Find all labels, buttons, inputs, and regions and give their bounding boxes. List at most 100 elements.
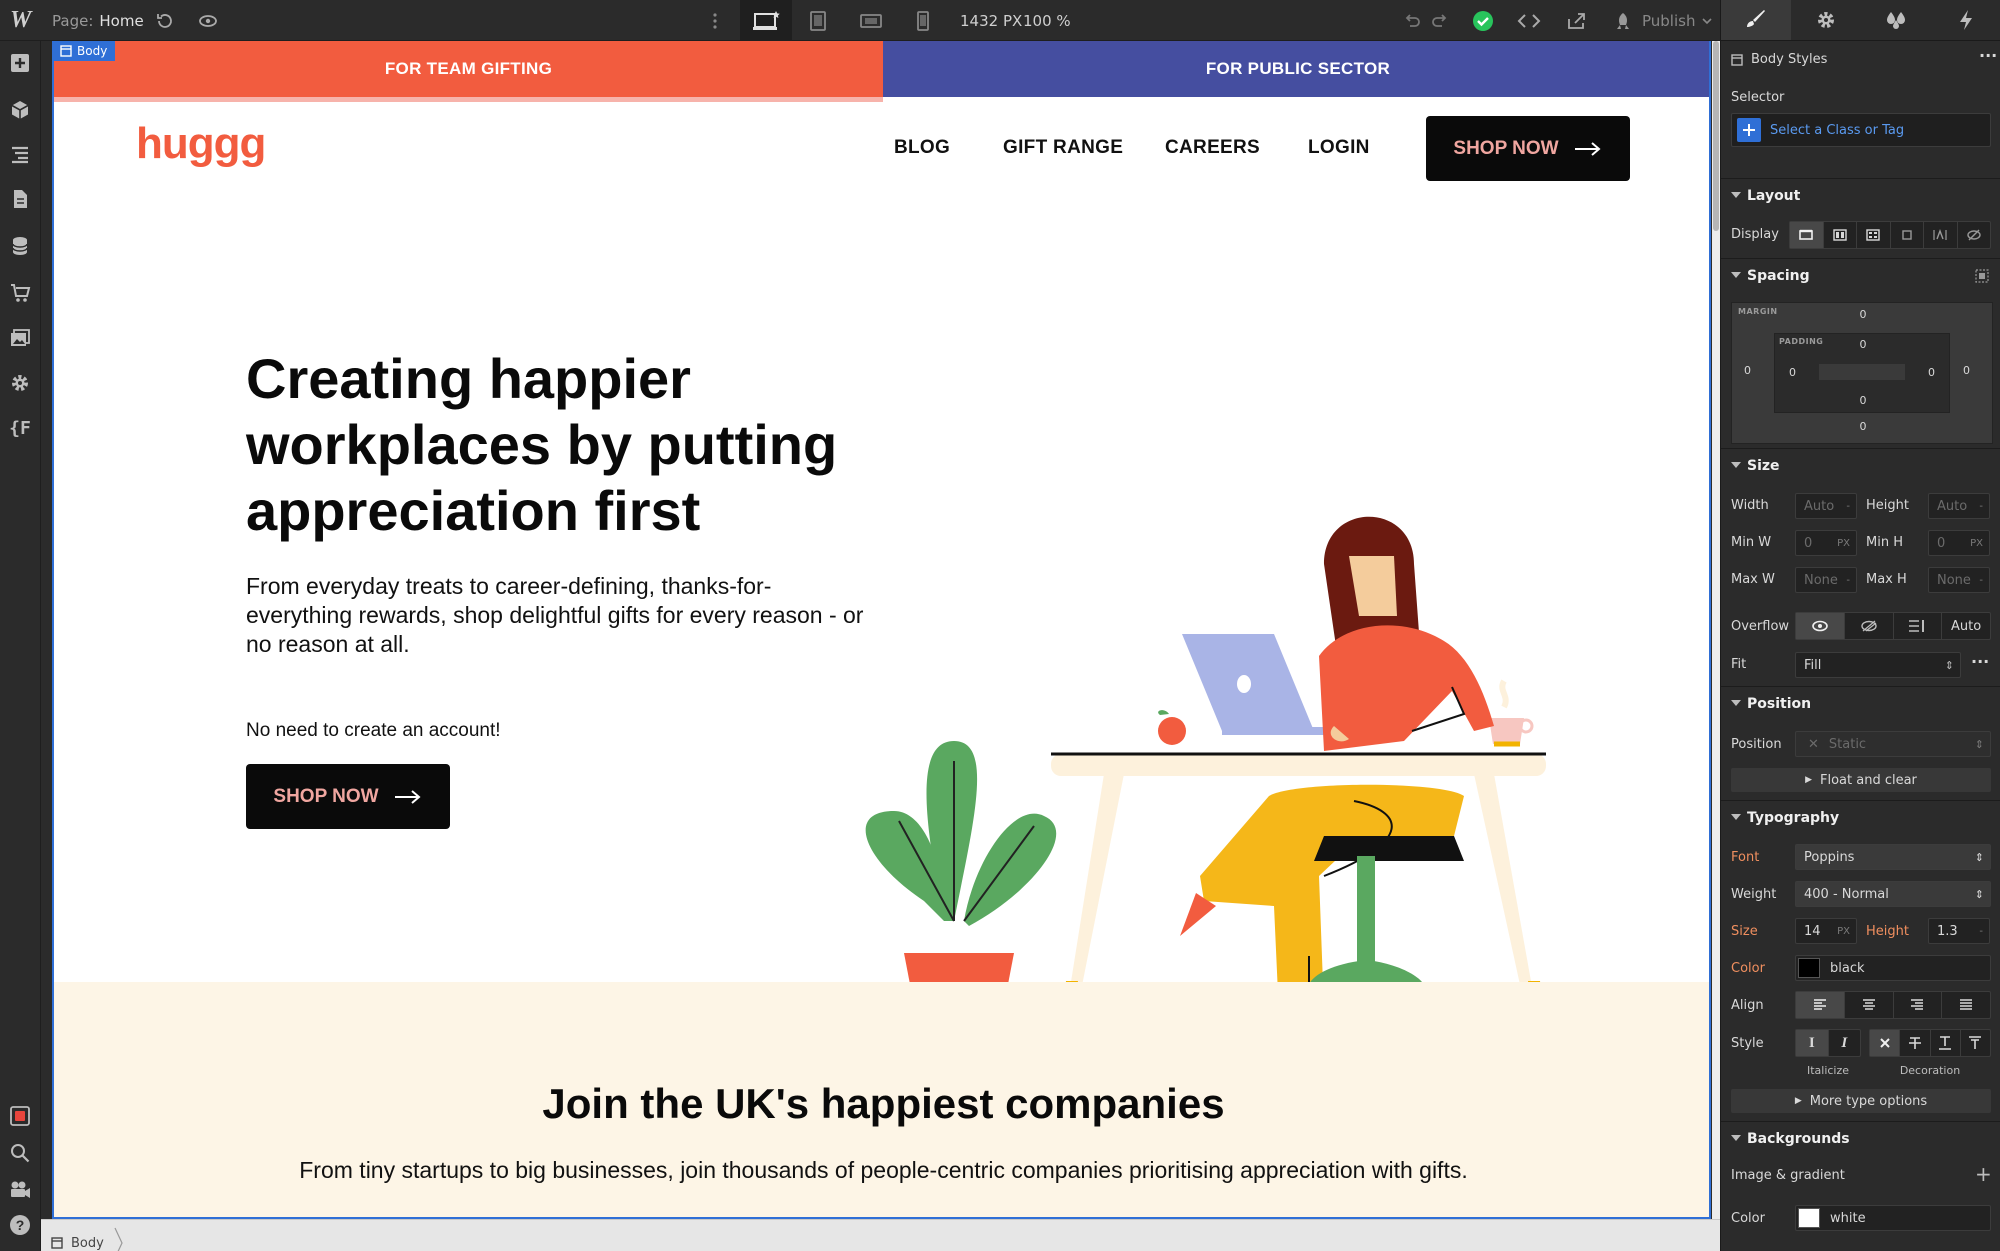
canvas-scrollbar[interactable] — [1712, 41, 1720, 1219]
add-class-plus-icon[interactable] — [1737, 118, 1761, 142]
settings-gear-icon[interactable] — [8, 371, 32, 395]
margin-left[interactable]: 0 — [1744, 364, 1751, 377]
position-select[interactable]: ✕ Static ⇕ — [1795, 731, 1991, 757]
redo-icon[interactable] — [1430, 0, 1450, 41]
min-height-input[interactable]: 0 PX — [1928, 530, 1990, 556]
float-and-clear-button[interactable]: ▶ Float and clear — [1731, 768, 1991, 792]
selector-input[interactable]: Select a Class or Tag — [1731, 113, 1991, 147]
display-none-icon[interactable] — [1958, 222, 1991, 248]
mobile-portrait-icon[interactable] — [897, 0, 949, 41]
align-justify-icon[interactable] — [1942, 992, 1990, 1018]
fit-select[interactable]: Fill ⇕ — [1795, 652, 1961, 678]
height-input[interactable]: Auto - — [1928, 493, 1990, 519]
tab-style-brush-icon[interactable] — [1721, 0, 1791, 40]
overflow-visible-eye-icon[interactable] — [1796, 613, 1845, 639]
more-dots-icon[interactable] — [712, 0, 718, 41]
underline-icon[interactable] — [1931, 1030, 1961, 1056]
padding-top[interactable]: 0 — [1775, 338, 1951, 351]
nav-blog[interactable]: BLOG — [894, 137, 950, 159]
selected-element-tag[interactable]: Body — [54, 41, 116, 61]
pages-icon[interactable] — [8, 187, 32, 211]
display-inline-icon[interactable] — [1924, 222, 1958, 248]
decoration-none-icon[interactable] — [1870, 1030, 1901, 1056]
history-icon[interactable] — [155, 0, 175, 41]
shop-now-nav-button[interactable]: SHOP NOW — [1426, 116, 1630, 181]
search-icon[interactable] — [8, 1141, 32, 1165]
page-selector[interactable]: Page: Home — [52, 0, 144, 41]
custom-code-icon[interactable]: {F — [8, 416, 32, 440]
publish-button[interactable]: Publish — [1612, 0, 1713, 41]
weight-select[interactable]: 400 - Normal ⇕ — [1795, 881, 1991, 907]
mobile-landscape-icon[interactable] — [845, 0, 897, 41]
spacing-section-header[interactable]: Spacing — [1721, 258, 2000, 292]
add-background-plus-icon[interactable]: + — [1975, 1162, 1992, 1186]
navigator-icon[interactable] — [8, 142, 32, 166]
padding-left[interactable]: 0 — [1789, 366, 1796, 379]
tablet-breakpoint-icon[interactable] — [792, 0, 844, 41]
align-right-icon[interactable] — [1894, 992, 1943, 1018]
display-block-icon[interactable] — [1790, 222, 1824, 248]
webflow-logo[interactable]: W — [10, 0, 31, 41]
banner-team-gifting[interactable]: FOR TEAM GIFTING — [54, 41, 883, 97]
display-flex-icon[interactable] — [1824, 222, 1857, 248]
assets-icon[interactable] — [8, 326, 32, 350]
undo-icon[interactable] — [1402, 0, 1422, 41]
fit-more-icon[interactable]: ··· — [1971, 652, 1989, 671]
preview-eye-icon[interactable] — [197, 0, 219, 41]
tab-settings-gear-icon[interactable] — [1791, 0, 1861, 40]
nav-login[interactable]: LOGIN — [1308, 137, 1370, 159]
more-type-options-button[interactable]: ▶ More type options — [1731, 1089, 1991, 1113]
help-icon[interactable]: ? — [8, 1213, 32, 1237]
color-swatch[interactable] — [1798, 958, 1820, 978]
size-section-header[interactable]: Size — [1721, 448, 2000, 482]
desktop-breakpoint-icon[interactable] — [740, 0, 792, 41]
width-input[interactable]: Auto - — [1795, 493, 1857, 519]
typography-section-header[interactable]: Typography — [1721, 800, 2000, 834]
ecommerce-cart-icon[interactable] — [8, 281, 32, 305]
color-swatch[interactable] — [1798, 1208, 1820, 1228]
huggg-logo[interactable]: huggg — [136, 119, 266, 169]
position-section-header[interactable]: Position — [1721, 686, 2000, 720]
text-color-input[interactable]: black — [1795, 955, 1991, 981]
design-canvas[interactable]: FOR TEAM GIFTING FOR PUBLIC SECTOR Body … — [52, 41, 1711, 1219]
shop-now-hero-button[interactable]: SHOP NOW — [246, 764, 450, 829]
export-icon[interactable] — [1566, 0, 1588, 41]
banner-public-sector[interactable]: FOR PUBLIC SECTOR — [883, 41, 1709, 97]
strikethrough-icon[interactable] — [1900, 1030, 1931, 1056]
add-panel-icon[interactable] — [8, 51, 32, 75]
panel-more-icon[interactable]: ··· — [1979, 46, 1997, 65]
cms-icon[interactable] — [8, 234, 32, 258]
backgrounds-section-header[interactable]: Backgrounds — [1721, 1121, 2000, 1155]
overflow-hidden-icon[interactable] — [1845, 613, 1894, 639]
overline-icon[interactable] — [1961, 1030, 1990, 1056]
tab-style-manager-drops-icon[interactable] — [1861, 0, 1931, 40]
breadcrumb-body[interactable]: Body — [51, 1227, 124, 1251]
overflow-scroll-icon[interactable] — [1894, 613, 1943, 639]
record-icon[interactable] — [8, 1104, 32, 1128]
margin-right[interactable]: 0 — [1963, 364, 1970, 377]
spacing-toggle-icon[interactable] — [1975, 269, 1989, 283]
display-inline-block-icon[interactable] — [1891, 222, 1924, 248]
layout-section-header[interactable]: Layout — [1721, 178, 2000, 212]
max-height-input[interactable]: None - — [1928, 567, 1990, 593]
margin-top[interactable]: 0 — [1732, 308, 1994, 321]
nav-careers[interactable]: CAREERS — [1165, 137, 1260, 159]
italic-style-icon[interactable]: I — [1829, 1030, 1861, 1056]
padding-right[interactable]: 0 — [1928, 366, 1935, 379]
padding-bottom[interactable]: 0 — [1775, 394, 1951, 407]
tab-interactions-bolt-icon[interactable] — [1931, 0, 2000, 40]
code-icon[interactable] — [1516, 0, 1542, 41]
video-tutorials-icon[interactable] — [8, 1177, 32, 1201]
nav-gift-range[interactable]: GIFT RANGE — [1003, 137, 1123, 159]
line-height-input[interactable]: 1.3- — [1928, 918, 1990, 944]
min-width-input[interactable]: 0 PX — [1795, 530, 1857, 556]
regular-style-icon[interactable]: I — [1796, 1030, 1829, 1056]
display-grid-icon[interactable] — [1857, 222, 1891, 248]
scrollbar-thumb[interactable] — [1713, 41, 1719, 231]
max-width-input[interactable]: None - — [1795, 567, 1857, 593]
font-size-input[interactable]: 14 PX — [1795, 918, 1857, 944]
align-left-icon[interactable] — [1796, 992, 1845, 1018]
font-select[interactable]: Poppins ⇕ — [1795, 844, 1991, 870]
align-center-icon[interactable] — [1845, 992, 1894, 1018]
margin-bottom[interactable]: 0 — [1732, 420, 1994, 433]
